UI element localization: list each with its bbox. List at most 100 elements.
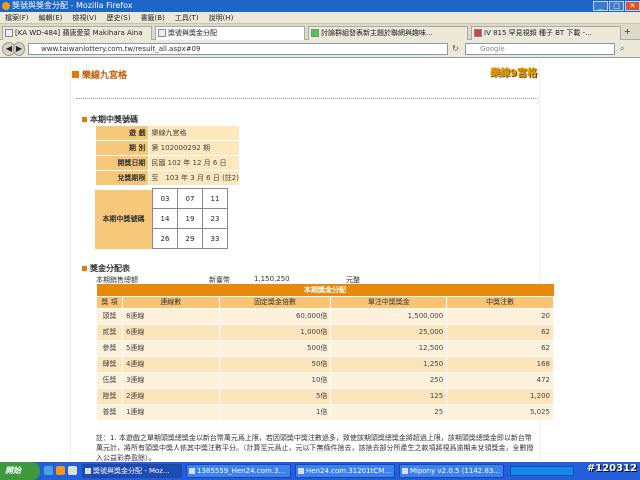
watermark: #120312 [586,463,637,474]
table-row: 普獎 1連線 1倍 25 5,025 [96,403,554,421]
page-title: 樂線九宮格 [72,68,127,81]
search-input[interactable]: Google [465,43,615,55]
table-cell: 25 [330,403,448,421]
table-cell: 普獎 [96,403,123,421]
bullet-icon [72,71,79,78]
menu-history[interactable]: 歷史(S) [102,12,136,24]
table-cell: 參獎 [96,339,123,357]
table-cell: 60,000倍 [218,307,332,325]
grid-number: 23 [202,208,228,229]
table-cell: 1,200 [446,387,554,405]
info-label: 遊 戲 [94,125,150,141]
table-cell: 20 [446,307,554,325]
table-cell: 1,500,000 [330,307,448,325]
column-header: 單注中獎獎金 [330,295,448,309]
search-icon[interactable]: ⌕ [620,44,624,54]
menu-help[interactable]: 說明(H) [204,12,239,24]
table-cell: 陸獎 [96,387,123,405]
table-cell: 5連線 [121,339,220,357]
table-row: 頭獎 8連線 60,000倍 1,500,000 20 [96,307,554,325]
info-label: 開獎日期 [94,155,150,171]
table-cell: 250 [330,371,448,389]
tab-3[interactable]: 討論群組發表新主題於聯網與趣味... [308,26,468,40]
grid-number: 26 [152,228,178,249]
minimize-button[interactable]: _ [593,1,608,11]
url-text: www.taiwanlottery.com.tw/result_all.aspx… [41,45,201,53]
tab-label: [KA WD-484] 蘋唐愛菜 Makihara Aina [15,29,143,37]
close-button[interactable]: ✕ [625,1,640,11]
tab-2[interactable]: 獎號與獎金分配 [155,26,305,41]
menu-tools[interactable]: 工具(T) [170,12,204,24]
page-icon [5,29,13,37]
draw-info-table: 遊 戲樂線九宮格 期 別第 102000292 期 開獎日期 民國 102 年 1… [94,125,240,186]
prize-table-title: 本期獎金分配 [96,284,554,296]
section-title: 獎金分配表 [90,264,130,273]
table-cell: 1連線 [121,403,220,421]
table-row: 貳獎 6連線 1,000倍 25,000 62 [96,323,554,341]
table-cell: 貳獎 [96,323,123,341]
task-mipony[interactable]: Mipony v2.0.5 (1142.83... [399,464,504,478]
menu-edit[interactable]: 編輯(E) [34,12,68,24]
reload-icon[interactable]: ↻ [452,44,459,53]
table-cell: 125 [330,387,448,405]
task-icon [85,468,91,474]
tab-4[interactable]: IV 815 罕見視頻 種子 BT 下載 -... [471,26,621,40]
start-button[interactable]: 開始 [0,462,40,480]
grid-number: 03 [152,188,178,209]
bullet-icon [82,117,87,122]
info-value: 民國 102 年 12 月 6 日 [148,155,240,171]
taskbar: 開始 獎號與獎金分配 - Moz... 1385559_Hen24.com.3.… [0,462,640,480]
section-title: 本期中獎號碼 [90,115,138,124]
task-firefox[interactable]: 獎號與獎金分配 - Moz... [82,464,182,478]
task-label: Mipony v2.0.5 (1142.83... [410,467,501,475]
grid-number: 11 [202,188,228,209]
info-label: 期 別 [94,140,150,156]
table-row: 伍獎 3連線 10倍 250 472 [96,371,554,389]
tab-label: 獎號與獎金分配 [168,29,217,37]
task-label: 獎號與獎金分配 - Moz... [93,467,170,475]
maximize-button[interactable]: □ [609,1,624,11]
grid-number: 33 [202,228,228,249]
url-bar[interactable]: www.taiwanlottery.com.tw/result_all.aspx… [28,43,448,55]
firefox-quicklaunch-icon[interactable] [56,466,65,475]
desktop-icon[interactable] [68,466,77,475]
task-icon [189,468,195,474]
table-cell: 8連線 [121,307,220,325]
grid-number: 29 [177,228,203,249]
ie-icon[interactable] [44,466,53,475]
table-cell: 5,025 [446,403,554,421]
search-placeholder: Google [480,45,505,53]
menu-file[interactable]: 檔案(F) [0,12,34,24]
task-file-1[interactable]: 1385559_Hen24.com.3... [186,464,291,478]
page-title-text: 樂線九宮格 [82,71,128,81]
table-cell: 62 [446,323,554,341]
menu-bar: 檔案(F) 編輯(E) 檢視(V) 歷史(S) 書籤(B) 工具(T) 說明(H) [0,12,640,24]
task-icon [298,468,304,474]
menu-bookmarks[interactable]: 書籤(B) [136,12,170,24]
task-file-2[interactable]: Hen24.com.31201tCM... [295,464,395,478]
table-cell: 25,000 [330,323,448,341]
info-row: 開獎日期 民國 102 年 12 月 6 日 [94,155,240,171]
divider [76,98,538,99]
table-cell: 62 [446,339,554,357]
grid-number: 07 [177,188,203,209]
table-cell: 5倍 [218,387,332,405]
firefox-icon [2,2,10,10]
tab-label: 討論群組發表新主題於聯網與趣味... [321,29,433,37]
table-cell: 肆獎 [96,355,123,373]
forward-button[interactable]: ▶ [13,42,25,56]
table-cell: 4連線 [121,355,220,373]
info-value: 至 103 年 3 月 6 日 (註2) [148,170,240,186]
column-header: 獎 項 [96,295,123,309]
table-cell: 頭獎 [96,307,123,325]
sales-value: 1,150,250 [254,275,290,283]
tab-1[interactable]: [KA WD-484] 蘋唐愛菜 Makihara Aina [2,26,152,40]
tab-bar: [KA WD-484] 蘋唐愛菜 Makihara Aina 獎號與獎金分配 討… [0,24,640,41]
page-icon [474,29,482,37]
table-cell: 10倍 [218,371,332,389]
table-cell: 472 [446,371,554,389]
table-row: 參獎 5連線 500倍 12,500 62 [96,339,554,357]
winning-numbers-label: 本期中獎號碼 [95,190,152,249]
new-tab-icon[interactable]: + [624,27,631,36]
menu-view[interactable]: 檢視(V) [67,12,101,24]
